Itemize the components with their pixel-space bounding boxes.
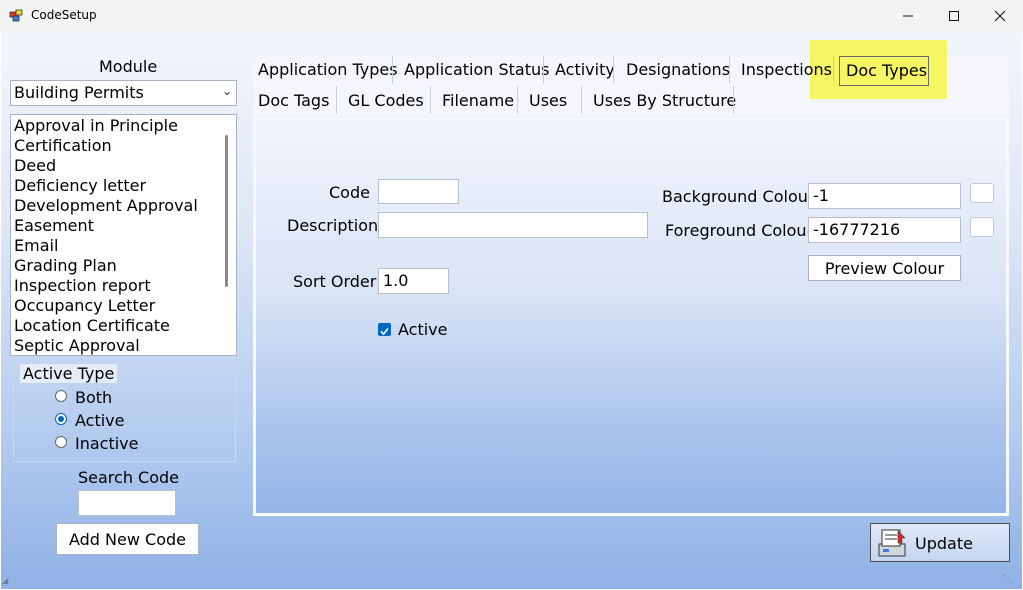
background-colour-input[interactable]: -1 <box>808 183 961 209</box>
list-item[interactable]: Approval in Principle <box>14 116 178 135</box>
radio-active[interactable] <box>55 413 67 425</box>
tab-doc-types[interactable]: Doc Types <box>839 56 929 86</box>
tab-divider <box>430 86 431 114</box>
module-dropdown[interactable]: Building Permits ⌄ <box>10 80 237 106</box>
tab-divider <box>733 86 734 114</box>
doc-types-panel <box>253 117 1009 516</box>
tab-divider <box>729 56 730 84</box>
app-icon <box>9 8 24 22</box>
background-colour-swatch[interactable] <box>970 183 994 203</box>
code-list[interactable]: Approval in Principle Certification Deed… <box>10 114 237 356</box>
list-item[interactable]: Development Approval <box>14 196 198 215</box>
radio-active-label: Active <box>75 411 125 430</box>
maximize-button[interactable] <box>931 0 977 31</box>
update-button[interactable]: Update <box>870 523 1010 562</box>
list-item[interactable]: Septic Approval <box>14 336 140 355</box>
list-item[interactable]: Deed <box>14 156 56 175</box>
tab-filename[interactable]: Filename <box>442 91 514 110</box>
tab-inspections[interactable]: Inspections <box>741 60 832 79</box>
window-title: CodeSetup <box>31 8 97 22</box>
tab-divider <box>613 56 614 84</box>
title-bar: CodeSetup <box>0 0 1023 31</box>
list-item[interactable]: Inspection report <box>14 276 151 295</box>
list-item[interactable]: Occupancy Letter <box>14 296 155 315</box>
code-input[interactable] <box>378 179 459 204</box>
list-item[interactable]: Deficiency letter <box>14 176 146 195</box>
tab-divider <box>833 56 834 84</box>
sort-order-input[interactable]: 1.0 <box>378 268 449 294</box>
list-item[interactable]: Location Certificate <box>14 316 170 335</box>
description-input[interactable] <box>378 212 648 238</box>
tab-divider <box>392 56 393 84</box>
tab-application-status[interactable]: Application Status <box>404 60 549 79</box>
close-button[interactable] <box>977 0 1023 31</box>
tab-uses[interactable]: Uses <box>529 91 567 110</box>
maximize-icon <box>949 10 959 21</box>
search-code-input[interactable] <box>78 490 176 516</box>
tab-doc-tags[interactable]: Doc Tags <box>258 91 329 110</box>
foreground-colour-label: Foreground Colour <box>665 221 814 240</box>
add-new-code-button[interactable]: Add New Code <box>56 523 199 555</box>
background-colour-label: Background Colour <box>662 187 815 206</box>
list-item[interactable]: Easement <box>14 216 94 235</box>
foreground-colour-input[interactable]: -16777216 <box>808 217 961 243</box>
radio-both-label: Both <box>75 388 113 407</box>
list-item[interactable]: Email <box>14 236 58 255</box>
radio-inactive[interactable] <box>55 436 67 448</box>
active-checkbox-label: Active <box>398 320 448 339</box>
chevron-down-icon: ⌄ <box>221 84 232 98</box>
tab-uses-by-structure[interactable]: Uses By Structure <box>593 91 736 110</box>
foreground-colour-swatch[interactable] <box>970 217 994 237</box>
tab-application-types[interactable]: Application Types <box>258 60 398 79</box>
list-item[interactable]: Certification <box>14 136 112 155</box>
tab-activity[interactable]: Activity <box>555 60 615 79</box>
resize-grip-icon[interactable]: ⋱ <box>1003 574 1013 585</box>
tab-divider <box>336 86 337 114</box>
search-code-label: Search Code <box>78 468 180 487</box>
code-label: Code <box>329 183 370 202</box>
tab-gl-codes[interactable]: GL Codes <box>348 91 424 110</box>
tab-designations[interactable]: Designations <box>626 60 730 79</box>
checkmark-icon <box>380 327 389 336</box>
module-value: Building Permits <box>14 83 144 102</box>
corner-grip-icon: ◢ <box>2 576 9 585</box>
radio-inactive-label: Inactive <box>75 434 139 453</box>
description-label: Description <box>287 216 379 235</box>
module-label: Module <box>99 57 158 76</box>
tab-divider <box>543 56 544 84</box>
active-type-label: Active Type <box>20 364 118 383</box>
update-icon <box>878 529 906 557</box>
tab-divider <box>517 86 518 114</box>
update-button-label: Update <box>915 534 973 553</box>
close-icon <box>994 10 1006 21</box>
list-scrollbar[interactable] <box>225 135 228 287</box>
tab-doc-types-label: Doc Types <box>846 61 928 80</box>
minimize-button[interactable] <box>885 0 931 31</box>
tab-divider <box>581 86 582 114</box>
list-item[interactable]: Grading Plan <box>14 256 117 275</box>
preview-colour-button[interactable]: Preview Colour <box>808 255 961 281</box>
active-checkbox[interactable] <box>378 323 391 336</box>
radio-both[interactable] <box>55 390 67 402</box>
minimize-icon <box>903 15 913 16</box>
sort-order-label: Sort Order <box>293 272 377 291</box>
